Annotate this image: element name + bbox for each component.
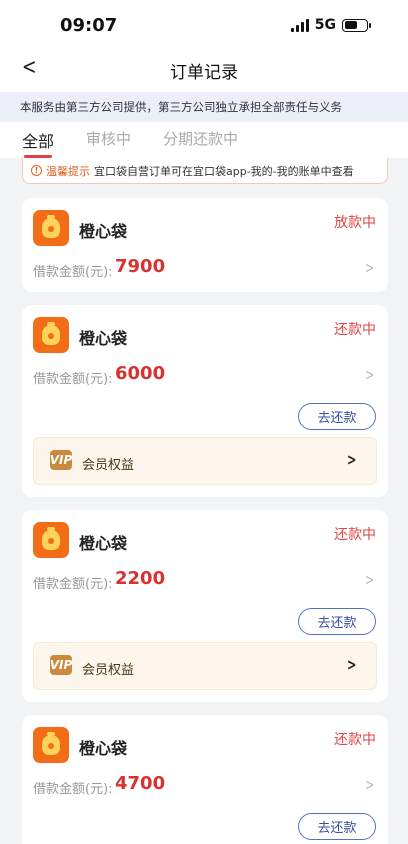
repay-button[interactable]: 去还款 (298, 608, 376, 635)
order-card[interactable]: 橙心袋 还款中 借款金额(元): 4700 > 去还款 (22, 715, 388, 844)
order-card[interactable]: 橙心袋 还款中 借款金额(元): 2200 > 去还款 VIP 会员权益 > (22, 510, 388, 702)
status-time: 09:07 (60, 15, 118, 36)
brand-logo-icon (33, 522, 69, 558)
order-card[interactable]: 橙心袋 放款中 借款金额(元): 7900 > (22, 198, 388, 292)
chevron-right-icon[interactable]: > (365, 365, 374, 384)
vip-icon: VIP (50, 655, 72, 675)
page-title: 订单记录 (170, 63, 238, 83)
notice-banner: 本服务由第三方公司提供，第三方公司独立承担全部责任与义务 (0, 92, 408, 122)
tab-bar: 全部 审核中 分期还款中 (0, 122, 408, 158)
amount-label: 借款金额(元): (33, 372, 113, 387)
vip-icon: VIP (50, 450, 72, 470)
tab-reviewing[interactable]: 审核中 (86, 122, 131, 149)
signal-icon (290, 18, 309, 32)
amount-value: 7900 (115, 256, 166, 277)
chevron-right-icon: > (346, 450, 356, 469)
amount-label: 借款金额(元): (33, 782, 113, 797)
brand-logo-icon (33, 727, 69, 763)
status-indicators: 5G (290, 17, 371, 33)
amount-value: 6000 (115, 363, 166, 384)
brand-logo-icon (33, 210, 69, 246)
status-bar: 09:07 5G (0, 0, 408, 46)
nav-bar: < 订单记录 (0, 46, 408, 92)
amount-label: 借款金额(元): (33, 265, 113, 280)
chevron-right-icon: > (346, 655, 356, 674)
amount-label: 借款金额(元): (33, 577, 113, 592)
network-label: 5G (314, 17, 336, 33)
amount-value: 4700 (115, 773, 166, 794)
chevron-right-icon[interactable]: > (365, 258, 374, 277)
order-status: 还款中 (334, 732, 376, 748)
tip-label: 温馨提示 (46, 164, 90, 178)
brand-logo-icon (33, 317, 69, 353)
order-status: 放款中 (334, 215, 376, 231)
brand-name: 橙心袋 (79, 329, 128, 348)
repay-button[interactable]: 去还款 (298, 813, 376, 840)
member-benefits-label: 会员权益 (82, 663, 135, 678)
member-benefits[interactable]: VIP 会员权益 > (33, 437, 377, 485)
tab-installment[interactable]: 分期还款中 (163, 122, 238, 149)
chevron-right-icon[interactable]: > (365, 570, 374, 589)
tab-all[interactable]: 全部 (22, 122, 54, 158)
tip-bar: ! 温馨提示 宜口袋自营订单可在宜口袋app-我的-我的账单中查看 (22, 158, 388, 184)
battery-icon (342, 18, 371, 32)
brand-name: 橙心袋 (79, 222, 128, 241)
member-benefits[interactable]: VIP 会员权益 > (33, 642, 377, 690)
brand-name: 橙心袋 (79, 534, 128, 553)
order-status: 还款中 (334, 527, 376, 543)
brand-name: 橙心袋 (79, 739, 128, 758)
member-benefits-label: 会员权益 (82, 458, 135, 473)
order-status: 还款中 (334, 322, 376, 338)
info-icon: ! (31, 165, 42, 176)
amount-value: 2200 (115, 568, 166, 589)
tip-text: 宜口袋自营订单可在宜口袋app-我的-我的账单中查看 (94, 164, 354, 178)
repay-button[interactable]: 去还款 (298, 403, 376, 430)
chevron-right-icon[interactable]: > (365, 775, 374, 794)
order-card[interactable]: 橙心袋 还款中 借款金额(元): 6000 > 去还款 VIP 会员权益 > (22, 305, 388, 497)
